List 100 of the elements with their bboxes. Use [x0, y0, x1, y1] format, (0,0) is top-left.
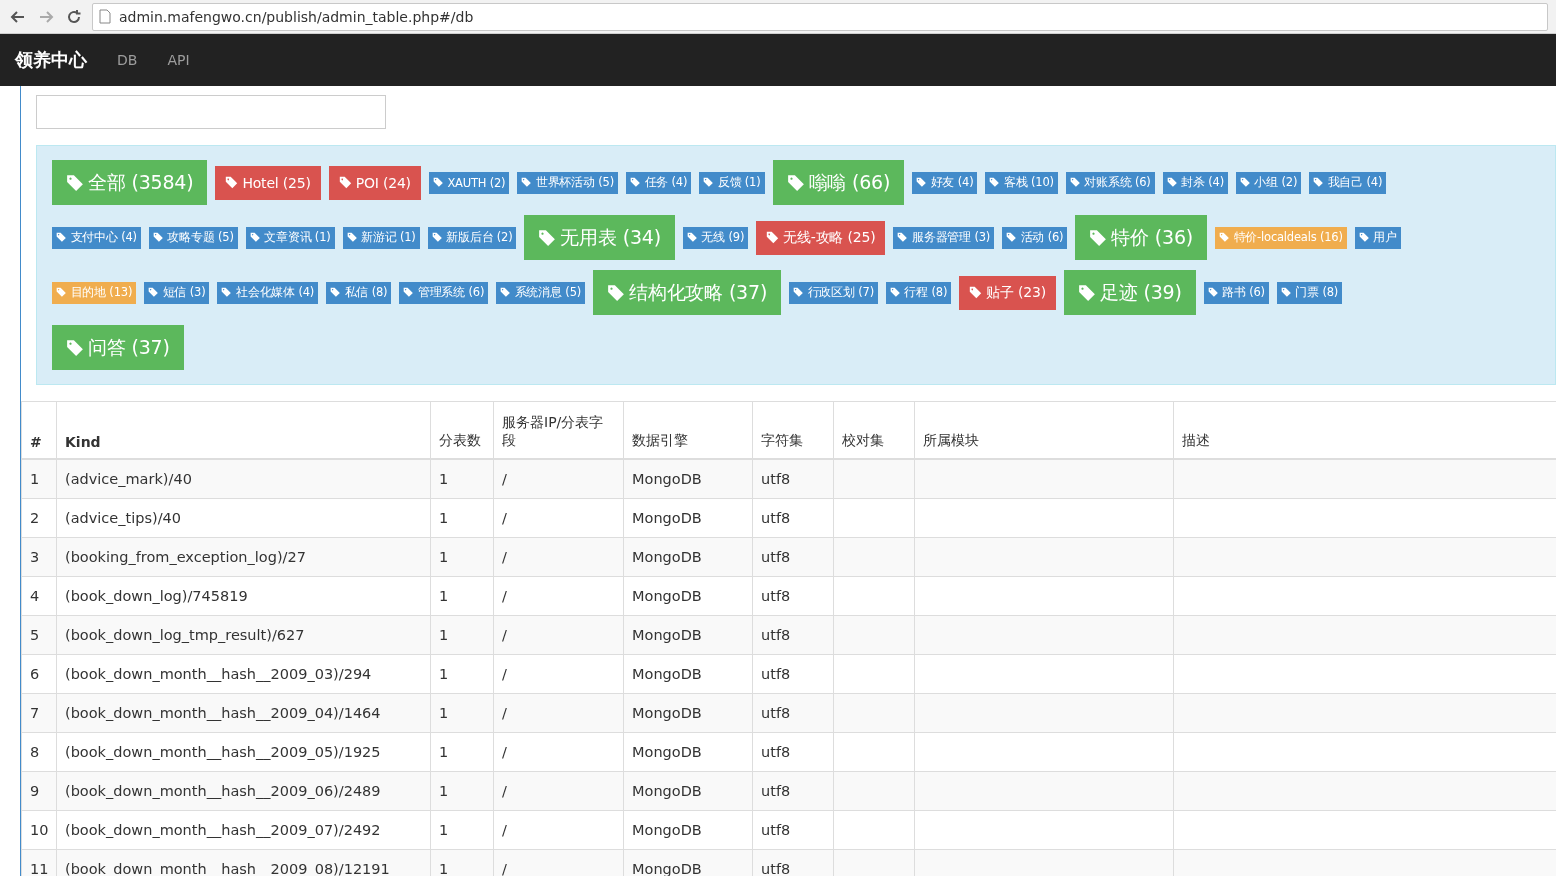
- tag-icon: [1006, 232, 1017, 243]
- tag-label[interactable]: 文章资讯 (1): [245, 226, 335, 249]
- table-cell: MongoDB: [623, 654, 753, 694]
- tag-label[interactable]: 管理系统 (6): [399, 281, 489, 304]
- tag-icon: [686, 232, 698, 243]
- tag-label[interactable]: 社会化媒体 (4): [217, 281, 319, 304]
- tag-label[interactable]: XAUTH (2): [428, 171, 510, 194]
- tag-label[interactable]: 活动 (6): [1002, 226, 1068, 249]
- tag-label[interactable]: 无线-攻略 (25): [756, 220, 886, 255]
- table-cell: 9: [21, 771, 57, 811]
- table-cell: MongoDB: [623, 693, 753, 733]
- tag-label[interactable]: 攻略专题 (5): [148, 226, 238, 249]
- table-cell: (book_down_month__hash__2009_04)/1464: [56, 693, 431, 733]
- table-cell: 1: [430, 732, 494, 772]
- table-cell: /: [493, 537, 624, 577]
- tag-icon: [989, 177, 1000, 188]
- table-cell: MongoDB: [623, 576, 753, 616]
- tag-label[interactable]: 客栈 (10): [985, 171, 1058, 194]
- tag-label[interactable]: 世界杯活动 (5): [517, 171, 619, 194]
- tag-label[interactable]: 门票 (8): [1276, 281, 1343, 304]
- tag-icon: [607, 283, 626, 302]
- tag-label[interactable]: POI (24): [328, 165, 421, 200]
- table-cell: (book_down_log)/745819: [56, 576, 431, 616]
- table-cell: 10: [21, 810, 57, 850]
- nav-link[interactable]: API: [167, 52, 190, 68]
- tag-label[interactable]: 私信 (8): [326, 281, 392, 304]
- table-cell: 1: [430, 693, 494, 733]
- tag-label[interactable]: Hotel (25): [215, 165, 321, 200]
- tag-label[interactable]: 特价-localdeals (16): [1215, 226, 1347, 249]
- tag-label[interactable]: 我自己 (4): [1309, 171, 1387, 194]
- tag-label[interactable]: 好友 (4): [912, 171, 978, 194]
- tag-icon: [431, 232, 443, 243]
- table-cell: MongoDB: [623, 459, 753, 499]
- tag-icon: [56, 287, 67, 298]
- table-cell: 1: [430, 537, 494, 577]
- tag-icon: [916, 177, 927, 188]
- tag-label[interactable]: 无用表 (34): [524, 215, 675, 260]
- table-cell: 5: [21, 615, 57, 655]
- tag-label[interactable]: 行程 (8): [885, 281, 952, 304]
- table-cell: MongoDB: [623, 615, 753, 655]
- table-cell: 1: [430, 459, 494, 499]
- tag-icon: [338, 176, 352, 189]
- table-cell: utf8: [752, 537, 834, 577]
- table-cell: utf8: [752, 693, 834, 733]
- tag-icon: [521, 177, 532, 188]
- tag-label[interactable]: 新游记 (1): [342, 226, 420, 249]
- tag-label[interactable]: 全部 (3584): [52, 160, 208, 205]
- address-bar[interactable]: admin.mafengwo.cn/publish/admin_table.php#/db: [92, 2, 1548, 31]
- tag-label[interactable]: 新版后台 (2): [427, 226, 517, 249]
- url-text: admin.mafengwo.cn/publish/admin_table.php#/db: [119, 8, 474, 25]
- tag-label[interactable]: 服务器管理 (3): [893, 226, 995, 249]
- table-cell: (book_down_log_tmp_result)/627: [56, 615, 431, 655]
- tag-icon: [889, 287, 901, 298]
- table-cell: 1: [430, 498, 494, 538]
- tag-label[interactable]: 结构化攻略 (37): [593, 270, 782, 315]
- table-cell: MongoDB: [623, 810, 753, 850]
- tag-icon: [1089, 228, 1108, 247]
- tag-icon: [403, 287, 414, 298]
- table-cell: utf8: [752, 576, 834, 616]
- tag-label[interactable]: 嗡嗡 (66): [772, 160, 905, 205]
- table-cell: /: [493, 459, 624, 499]
- tag-icon: [1239, 177, 1251, 188]
- tag-label[interactable]: 短信 (3): [144, 281, 210, 304]
- brand-title[interactable]: 领养中心: [15, 48, 87, 72]
- tag-label[interactable]: 特价 (36): [1075, 215, 1207, 260]
- tag-label[interactable]: 支付中心 (4): [52, 226, 141, 249]
- table-cell: 7: [21, 693, 57, 733]
- table-cell: /: [493, 576, 624, 616]
- table-cell: (booking_from_exception_log)/27: [56, 537, 431, 577]
- tag-label[interactable]: 对账系统 (6): [1065, 171, 1155, 194]
- tag-label[interactable]: 系统消息 (5): [496, 281, 586, 304]
- table-cell: utf8: [752, 459, 834, 499]
- tag-label[interactable]: 无线 (9): [682, 226, 749, 249]
- tag-label[interactable]: 路书 (6): [1203, 281, 1269, 304]
- tag-label[interactable]: 小组 (2): [1235, 171, 1302, 194]
- tag-label[interactable]: 问答 (37): [52, 325, 184, 370]
- tag-icon: [1166, 177, 1178, 188]
- tag-icon: [786, 173, 805, 192]
- table-cell: MongoDB: [623, 771, 753, 811]
- tag-label[interactable]: 足迹 (39): [1064, 270, 1196, 315]
- nav-link[interactable]: DB: [117, 52, 138, 68]
- tag-label[interactable]: 任务 (4): [626, 171, 692, 194]
- table-cell: MongoDB: [623, 498, 753, 538]
- table-cell: 1: [430, 576, 494, 616]
- table-cell: 1: [21, 459, 57, 499]
- tag-label[interactable]: 目的地 (13): [52, 281, 137, 304]
- tag-icon: [432, 177, 444, 188]
- tag-icon: [66, 338, 84, 357]
- search-field[interactable]: [36, 95, 386, 129]
- table-cell: 4: [21, 576, 57, 616]
- table-cell: /: [493, 498, 624, 538]
- tag-icon: [1078, 283, 1096, 302]
- table-cell: 1: [430, 615, 494, 655]
- tag-label[interactable]: 反馈 (1): [699, 171, 765, 194]
- tag-label[interactable]: 用户: [1354, 226, 1401, 249]
- tag-label[interactable]: 行政区划 (7): [789, 281, 878, 304]
- tag-icon: [1358, 232, 1370, 243]
- tag-label[interactable]: 封杀 (4): [1162, 171, 1228, 194]
- tag-icon: [330, 287, 341, 298]
- tag-label[interactable]: 贴子 (23): [959, 275, 1056, 310]
